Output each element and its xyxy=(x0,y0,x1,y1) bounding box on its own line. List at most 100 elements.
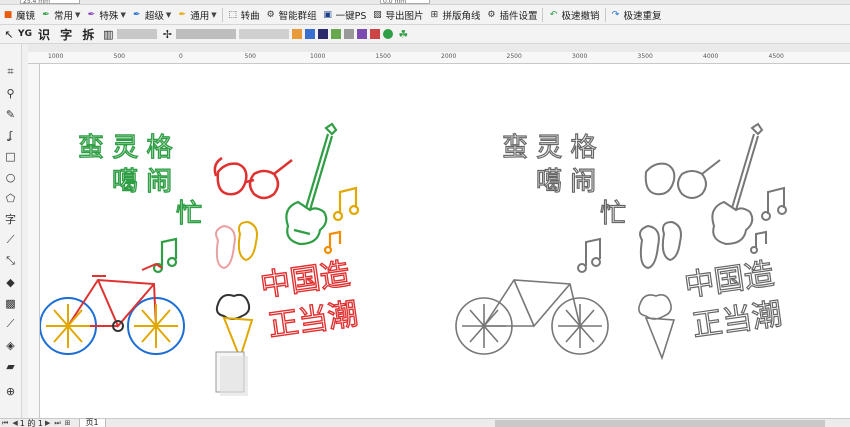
plugin-item-1[interactable]: ✒ 常用 ▼ xyxy=(38,6,83,24)
purple-icon[interactable] xyxy=(357,29,368,39)
green-square-icon[interactable] xyxy=(331,29,342,39)
next-page-icon[interactable]: ▶ xyxy=(45,419,50,427)
ruler-tick-label: 1500 xyxy=(375,53,391,60)
drawing-canvas[interactable]: 蛮 灵 格 噶 闹 忙 中国造 正当潮 蛮 灵 格 噶 闹 忙 中国造 正当潮 xyxy=(40,64,850,418)
outline-icecream[interactable] xyxy=(638,294,676,361)
ps-square-icon[interactable] xyxy=(318,29,329,39)
text-tools-label[interactable]: 识 字 拆 xyxy=(38,26,97,43)
color-title-line1: 蛮 灵 格 xyxy=(78,133,173,163)
node-icon[interactable]: ✢ xyxy=(160,26,174,42)
chevron-down-icon[interactable]: ▼ xyxy=(75,11,80,19)
ruler-tick-label: 1000 xyxy=(310,53,326,60)
chevron-down-icon[interactable]: ▼ xyxy=(211,11,216,19)
text-icon[interactable]: 字 xyxy=(3,211,19,227)
pen-icon: ✒ xyxy=(42,9,50,20)
guitar-art[interactable] xyxy=(285,122,338,246)
color-slogan[interactable]: 中国造 正当潮 xyxy=(258,256,361,345)
plugin-item-4[interactable]: ✒ 通用 ▼ xyxy=(174,6,219,24)
polygon-icon[interactable]: ⬠ xyxy=(3,190,19,206)
bicycle-art[interactable] xyxy=(40,262,185,355)
page-tab[interactable]: 页1 xyxy=(78,418,106,427)
color-title[interactable]: 蛮 灵 格 噶 闹 忙 xyxy=(77,132,202,229)
color-icon-blue[interactable] xyxy=(305,29,316,39)
rectangle-icon[interactable]: □ xyxy=(3,148,19,164)
outline-glasses[interactable] xyxy=(644,159,721,199)
drop-shadow-icon[interactable]: ◆ xyxy=(3,274,19,290)
pen-icon: ✒ xyxy=(87,9,96,20)
plugin-item-label: 插件设置 xyxy=(499,10,538,22)
freehand-icon[interactable]: ✎ xyxy=(3,106,19,122)
plugin-item-11[interactable]: ↶ 极速撤销 xyxy=(545,6,602,24)
slippers-art[interactable] xyxy=(215,220,258,270)
transparency-icon[interactable]: ▩ xyxy=(3,295,19,311)
green-circle-icon[interactable] xyxy=(383,29,394,39)
red-icon[interactable] xyxy=(370,29,381,39)
outline-slogan-line2: 正当潮 xyxy=(690,297,784,344)
plugin-toolbar: ■ 魔镜 ✒ 常用 ▼ ✒ 特殊 ▼ ✒ 超级 ▼ ✒ 通用 ▼ ⬚ 转曲 ⚙ 智能群组 ▣ 一键PS ▧ 导出图片 ⊞ 拼版… xyxy=(0,5,850,25)
curve-icon: ⬚ xyxy=(228,9,237,20)
undo-icon: ↶ xyxy=(549,9,558,20)
ruler-corner xyxy=(28,44,850,52)
horizontal-scrollbar[interactable] xyxy=(495,420,825,427)
plugin-item-10[interactable]: ⚙ 插件设置 xyxy=(483,6,540,24)
plugin-item-6[interactable]: ⚙ 智能群组 xyxy=(263,6,320,24)
glasses-art[interactable] xyxy=(213,156,293,200)
icecream-art[interactable] xyxy=(215,293,254,361)
plugin-item-5[interactable]: ⬚ 转曲 xyxy=(225,6,263,24)
grid-icon[interactable] xyxy=(344,29,355,39)
color-title-line2: 噶 闹 xyxy=(112,167,172,197)
plugin-item-7[interactable]: ▣ 一键PS xyxy=(320,6,370,24)
ruler-tick-label: 2500 xyxy=(506,53,522,60)
align-icon[interactable]: ▥ xyxy=(101,26,115,42)
plugin-item-9[interactable]: ⊞ 拼版角线 xyxy=(426,6,483,24)
color-artwork-group[interactable]: 蛮 灵 格 噶 闹 忙 中国造 正当潮 xyxy=(40,122,361,396)
outline-bicycle[interactable] xyxy=(455,279,609,355)
ruler-tick-label: 4000 xyxy=(703,53,719,60)
connector-icon[interactable]: ⤡ xyxy=(3,253,19,269)
pick-tool-icon[interactable]: ↖ xyxy=(2,26,16,42)
plugin-item-12[interactable]: ↷ 极速重复 xyxy=(608,6,665,24)
coreldraw-window: 25.4 mm 0.0 mm ■ 魔镜 ✒ 常用 ▼ ✒ 特殊 ▼ ✒ 超级 ▼ ✒ 通用 ▼ ⬚ 转曲 ⚙ 智能… xyxy=(0,0,850,427)
offset-field[interactable]: 0.0 mm xyxy=(380,0,430,5)
outline-slogan[interactable]: 中国造 正当潮 xyxy=(682,256,785,344)
first-page-icon[interactable]: ⏮ xyxy=(2,419,8,427)
ellipse-icon[interactable]: ○ xyxy=(3,169,19,185)
outline-guitar[interactable] xyxy=(711,122,764,246)
add-page-icon[interactable]: ⊞ xyxy=(65,419,71,427)
outline-title[interactable]: 蛮 灵 格 噶 闹 忙 xyxy=(501,132,626,229)
plugin-item-2[interactable]: ✒ 特殊 ▼ xyxy=(83,6,128,24)
plugin-item-label: 特殊 xyxy=(99,10,119,22)
eyedropper-icon[interactable]: ⟋ xyxy=(3,316,19,332)
plugin-item-label: 导出图片 xyxy=(385,10,424,22)
width-field[interactable]: 25.4 mm xyxy=(20,0,80,5)
outline-slippers[interactable] xyxy=(639,220,682,270)
plugin-item-8[interactable]: ▧ 导出图片 xyxy=(369,6,426,24)
fill-icon[interactable]: ◈ xyxy=(3,337,19,353)
yg-icon[interactable]: YG xyxy=(18,26,32,42)
prev-page-icon[interactable]: ◀ xyxy=(12,419,17,427)
zoom-icon[interactable]: ⚲ xyxy=(3,85,19,101)
ruler-tick-label: 0 xyxy=(179,53,183,60)
smart-fill-icon[interactable]: ▰ xyxy=(3,358,19,374)
parallel-dimension-icon[interactable]: ⟋ xyxy=(3,232,19,248)
plugin-item-3[interactable]: ✒ 超级 ▼ xyxy=(129,6,174,24)
last-page-icon[interactable]: ⏭ xyxy=(54,419,60,427)
plugin-item-label: 极速重复 xyxy=(623,10,662,22)
chevron-down-icon[interactable]: ▼ xyxy=(166,11,171,19)
plugin-item-label: 拼版角线 xyxy=(442,10,481,22)
color-icon-orange[interactable] xyxy=(292,29,303,39)
plugin-item-0[interactable]: ■ 魔镜 xyxy=(0,6,38,24)
ruler-tick-label: 3500 xyxy=(637,53,653,60)
page-navigator: ⏮ ◀ 1 的 1 ▶ ⏭ ⊞ 页1 xyxy=(0,418,850,427)
crop-icon[interactable]: ⌗ xyxy=(3,64,19,80)
ruler-tick-label: 1000 xyxy=(48,53,64,60)
add-tool-icon[interactable]: ⊕ xyxy=(3,383,19,399)
artistic-media-icon[interactable]: ʆ xyxy=(3,127,19,143)
ruler-tick-label: 4500 xyxy=(768,53,784,60)
plugin-extra-icon[interactable]: ☘ xyxy=(396,26,410,42)
outline-artwork-group[interactable]: 蛮 灵 格 噶 闹 忙 中国造 正当潮 xyxy=(455,122,787,361)
group-icon: ⚙ xyxy=(266,9,275,20)
plugin-item-label: 超级 xyxy=(144,10,164,22)
outline-title-line3: 忙 xyxy=(600,199,626,229)
chevron-down-icon[interactable]: ▼ xyxy=(120,11,125,19)
